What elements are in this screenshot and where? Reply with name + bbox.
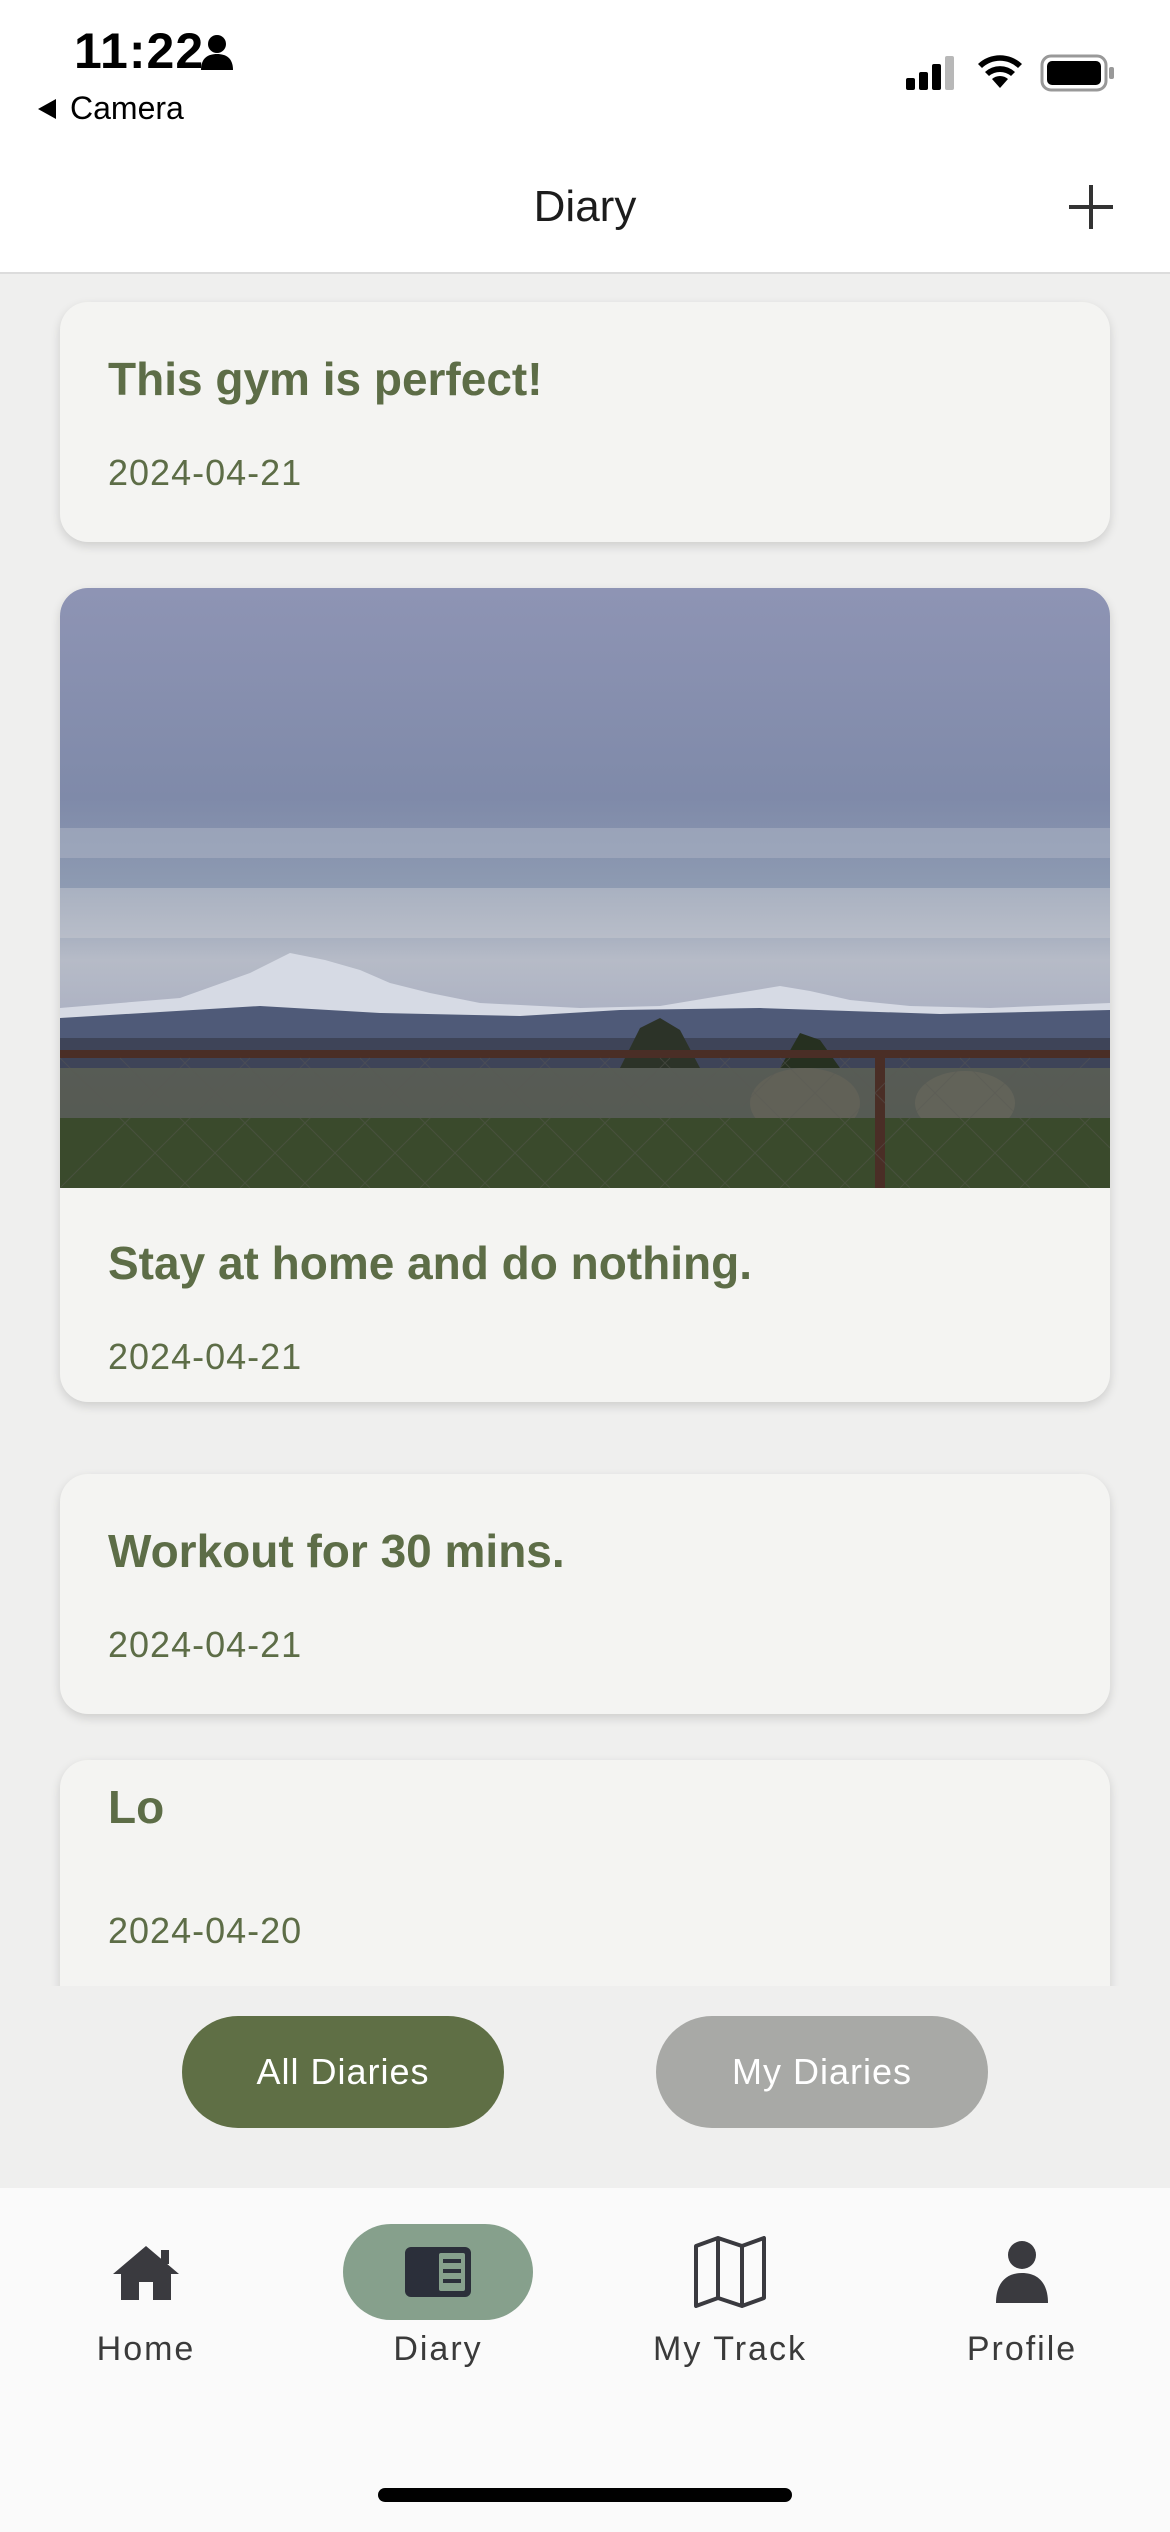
- diary-date: 2024-04-21: [108, 1624, 303, 1665]
- cellular-signal-icon: [906, 56, 954, 90]
- tab-label: My Track: [653, 2330, 807, 2368]
- diary-icon: [405, 2247, 471, 2297]
- tab-profile-icon-wrap: [927, 2224, 1117, 2320]
- diary-title: Lo: [108, 1781, 165, 1833]
- diary-card[interactable]: Workout for 30 mins. 2024-04-21: [60, 1474, 1110, 1714]
- page-title: Diary: [533, 182, 637, 231]
- back-label: Camera: [70, 90, 184, 126]
- tab-label: Diary: [393, 2330, 483, 2368]
- all-diaries-button[interactable]: All Diaries: [182, 2016, 504, 2128]
- battery-icon: [1040, 54, 1114, 92]
- diary-card[interactable]: Stay at home and do nothing. 2024-04-21: [60, 588, 1110, 1402]
- diary-card[interactable]: This gym is perfect! 2024-04-21: [60, 302, 1110, 542]
- tab-diary[interactable]: Diary: [292, 2188, 584, 2388]
- diary-title: This gym is perfect!: [108, 353, 543, 405]
- home-indicator: [378, 2488, 792, 2502]
- back-to-camera-link[interactable]: Camera: [36, 90, 184, 127]
- wifi-icon: [978, 55, 1022, 88]
- tab-label: Profile: [966, 2330, 1078, 2368]
- diary-screen: 11:22 Camera Diary This gym is perfect! …: [0, 0, 1170, 2532]
- back-arrow-icon: [38, 98, 56, 119]
- status-time: 11:22: [74, 23, 205, 79]
- tab-profile[interactable]: Profile: [876, 2188, 1168, 2388]
- person-icon: [201, 35, 233, 70]
- tab-bar: Home Diary My Track Profile: [0, 2188, 1170, 2532]
- tab-label: Home: [96, 2330, 196, 2368]
- tab-my-track[interactable]: My Track: [584, 2188, 876, 2388]
- profile-icon: [996, 2241, 1048, 2303]
- tab-diary-icon-wrap: [343, 2224, 533, 2320]
- home-icon: [113, 2246, 179, 2300]
- plus-icon[interactable]: [1066, 182, 1116, 232]
- diary-card[interactable]: Lo 2024-04-20: [60, 1760, 1110, 1986]
- tab-my-track-icon-wrap: [635, 2224, 825, 2320]
- navigation-bar: Diary: [0, 160, 1170, 274]
- diary-title: Workout for 30 mins.: [108, 1525, 565, 1577]
- diary-date: 2024-04-21: [108, 1336, 303, 1377]
- status-bar: 11:22 Camera: [0, 0, 1170, 160]
- map-icon: [694, 2236, 766, 2308]
- diary-feed[interactable]: This gym is perfect! 2024-04-21 Stay at …: [0, 274, 1170, 1986]
- tab-home-icon-wrap: [51, 2224, 241, 2320]
- tab-home[interactable]: Home: [0, 2188, 292, 2388]
- diary-date: 2024-04-21: [108, 452, 303, 493]
- mountain-landscape-photo: [60, 588, 1110, 1188]
- diary-title: Stay at home and do nothing.: [108, 1237, 752, 1289]
- diary-date: 2024-04-20: [108, 1910, 303, 1951]
- my-diaries-button[interactable]: My Diaries: [656, 2016, 988, 2128]
